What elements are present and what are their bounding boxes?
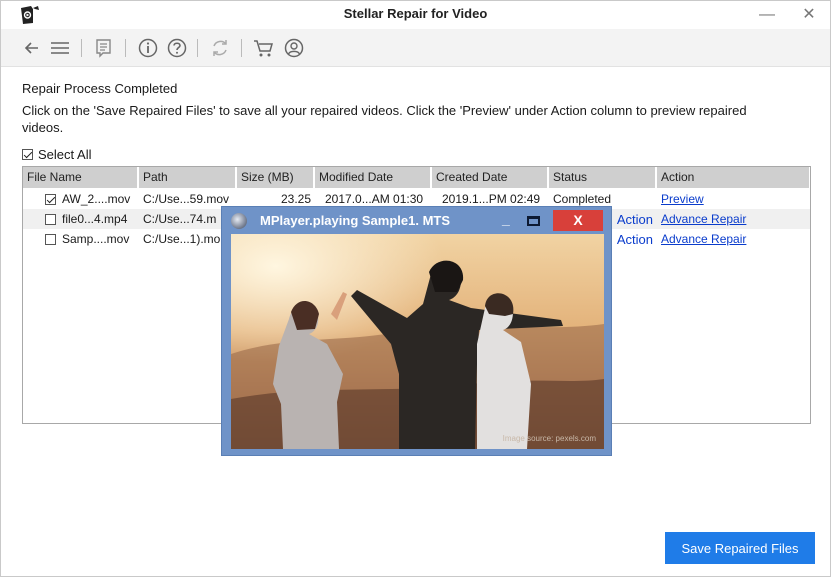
title-bar: Stellar Repair for Video — ✕ <box>1 1 830 29</box>
file-name: AW_2....mov <box>62 192 131 206</box>
select-all-label: Select All <box>38 147 92 162</box>
advance-repair-link[interactable]: Advance Repair <box>661 232 746 246</box>
preview-link[interactable]: Preview <box>661 192 704 206</box>
video-frame: Image source: pexels.com <box>231 234 604 449</box>
toolbar-divider <box>125 39 126 57</box>
refresh-icon[interactable] <box>209 37 231 59</box>
mplayer-window[interactable]: MPlayer.playing Sample1. MTS _ X Image s… <box>221 206 612 456</box>
player-title-bar[interactable]: MPlayer.playing Sample1. MTS _ X <box>222 207 611 234</box>
row-checkbox[interactable] <box>45 233 56 245</box>
column-header-status[interactable]: Status <box>549 167 657 188</box>
column-header-size[interactable]: Size (MB) <box>237 167 315 188</box>
window-title: Stellar Repair for Video <box>343 6 488 21</box>
column-header-action[interactable]: Action <box>657 167 809 188</box>
toolbar-divider <box>81 39 82 57</box>
column-header-path[interactable]: Path <box>139 167 237 188</box>
app-window: Stellar Repair for Video — ✕ Repair Proc… <box>0 0 831 577</box>
file-name: file0...4.mp4 <box>62 212 128 226</box>
file-name: Samp....mov <box>62 232 130 246</box>
player-close-button[interactable]: X <box>553 210 603 231</box>
select-all-checkbox[interactable] <box>22 149 33 160</box>
image-credit: Image source: pexels.com <box>502 434 596 443</box>
column-header-file-name[interactable]: File Name <box>23 167 139 188</box>
column-header-modified-date[interactable]: Modified Date <box>315 167 432 188</box>
toolbar-divider <box>197 39 198 57</box>
user-account-icon[interactable] <box>283 37 305 59</box>
row-checkbox[interactable] <box>45 193 56 205</box>
minimize-button[interactable]: — <box>756 4 778 26</box>
select-all-control[interactable]: Select All <box>22 147 91 162</box>
player-maximize-button[interactable] <box>527 216 540 226</box>
cart-icon[interactable] <box>253 37 275 59</box>
instructions-text: Click on the 'Save Repaired Files' to sa… <box>22 103 747 135</box>
info-icon[interactable] <box>137 37 159 59</box>
bookmark-icon[interactable] <box>93 37 115 59</box>
close-button[interactable]: ✕ <box>798 4 820 26</box>
player-title: MPlayer.playing Sample1. MTS <box>260 213 451 228</box>
column-header-created-date[interactable]: Created Date <box>432 167 549 188</box>
row-checkbox[interactable] <box>45 213 56 225</box>
help-icon[interactable] <box>166 37 188 59</box>
page-title: Repair Process Completed <box>22 81 178 96</box>
back-arrow-icon[interactable] <box>21 37 43 59</box>
hamburger-menu-icon[interactable] <box>49 37 71 59</box>
advance-repair-link[interactable]: Advance Repair <box>661 212 746 226</box>
save-repaired-files-button[interactable]: Save Repaired Files <box>665 532 815 564</box>
toolbar <box>1 29 830 67</box>
main-content: Repair Process Completed Click on the 'S… <box>22 81 812 136</box>
mplayer-icon <box>231 213 247 229</box>
table-header: File Name Path Size (MB) Modified Date C… <box>23 167 810 188</box>
toolbar-divider <box>241 39 242 57</box>
player-minimize-button[interactable]: _ <box>502 211 516 227</box>
